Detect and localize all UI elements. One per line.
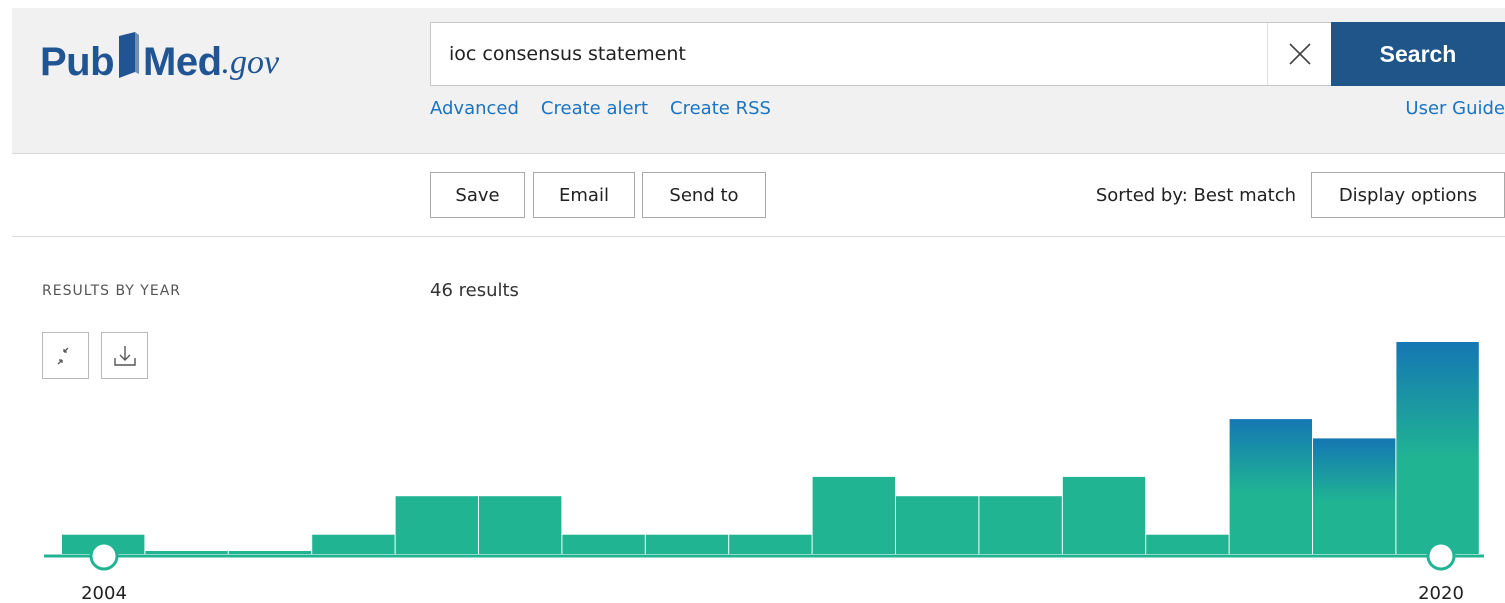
logo-text-pub: Pub — [40, 40, 115, 84]
email-button[interactable]: Email — [533, 172, 635, 218]
close-icon — [1288, 43, 1311, 65]
bar-2010[interactable] — [562, 534, 645, 554]
create-rss-link[interactable]: Create RSS — [670, 98, 771, 119]
pubmed-logo[interactable]: Pub Med .gov — [40, 18, 279, 82]
bar-2005[interactable] — [145, 551, 228, 554]
bar-2011[interactable] — [645, 534, 729, 554]
create-alert-link[interactable]: Create alert — [541, 98, 648, 119]
search-header: Pub Med .gov Search Advanced Create aler… — [12, 8, 1505, 154]
bar-2007[interactable] — [312, 534, 395, 554]
sort-label: Sorted by: Best match — [1095, 185, 1296, 206]
bar-2016[interactable] — [1062, 476, 1146, 554]
bar-2017[interactable] — [1146, 534, 1229, 554]
logo-text-gov: .gov — [221, 44, 280, 81]
bar-2020[interactable] — [1396, 342, 1479, 554]
book-icon — [117, 32, 141, 78]
display-options-button[interactable]: Display options — [1311, 172, 1505, 218]
save-button[interactable]: Save — [430, 172, 525, 218]
bar-2013[interactable] — [812, 476, 895, 554]
bar-2006[interactable] — [228, 551, 312, 554]
search-input[interactable] — [431, 23, 1267, 85]
range-end-label: 2020 — [1418, 583, 1464, 603]
results-count: 46 results — [430, 280, 519, 301]
bar-2009[interactable] — [479, 496, 562, 554]
bar-2008[interactable] — [395, 496, 478, 554]
results-by-year-heading: RESULTS BY YEAR — [42, 283, 182, 299]
range-end-handle[interactable] — [1426, 541, 1456, 571]
advanced-link[interactable]: Advanced — [430, 98, 519, 119]
search-box — [430, 22, 1332, 86]
clear-search-button[interactable] — [1267, 23, 1331, 85]
results-by-year-chart[interactable]: 2004 2020 — [0, 320, 1505, 603]
logo-text-med: Med — [143, 40, 222, 84]
bar-2015[interactable] — [979, 496, 1062, 554]
search-button[interactable]: Search — [1331, 22, 1505, 86]
search-sub-links: Advanced Create alert Create RSS — [430, 98, 771, 119]
bar-2014[interactable] — [896, 496, 979, 554]
send-to-button[interactable]: Send to — [642, 172, 766, 218]
range-start-handle[interactable] — [89, 541, 119, 571]
user-guide-link[interactable]: User Guide — [1405, 98, 1505, 119]
results-toolbar: Save Email Send to Sorted by: Best match… — [12, 155, 1505, 237]
bar-2019[interactable] — [1313, 438, 1396, 554]
bar-2018[interactable] — [1229, 419, 1312, 554]
bar-2012[interactable] — [729, 534, 812, 554]
range-start-label: 2004 — [81, 583, 127, 603]
